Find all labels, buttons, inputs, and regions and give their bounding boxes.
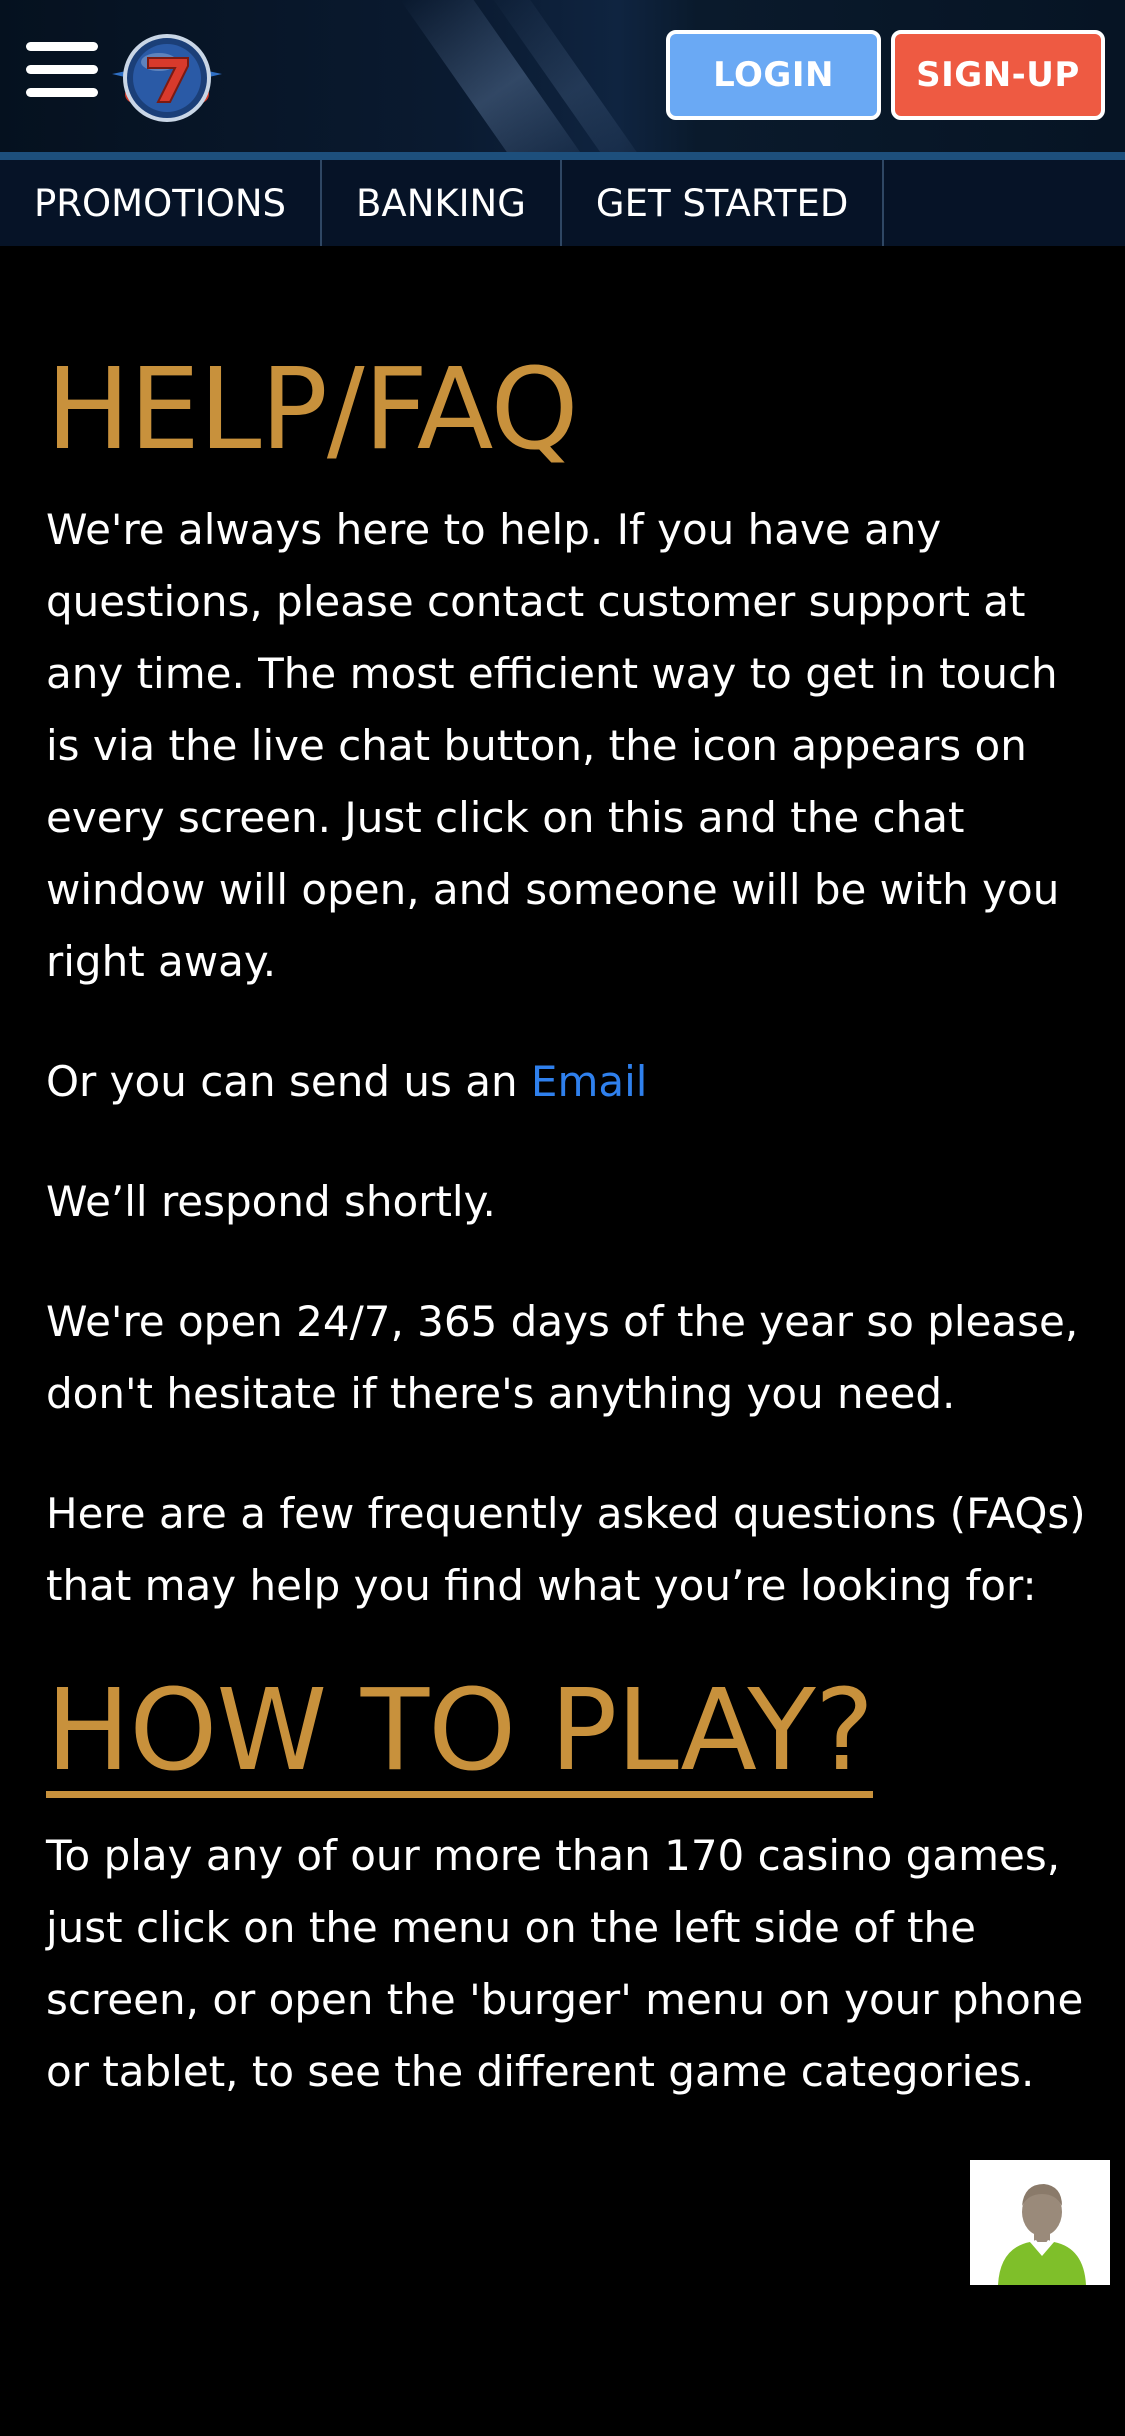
signup-button[interactable]: SIGN-UP [891, 30, 1105, 120]
nav-item-banking[interactable]: BANKING [322, 160, 562, 246]
how-to-play-paragraph: To play any of our more than 170 casino … [46, 1830, 1084, 2096]
nav-item-promotions[interactable]: PROMOTIONS [0, 160, 322, 246]
login-button[interactable]: LOGIN [666, 30, 881, 120]
email-paragraph: Or you can send us an Email [46, 1046, 1086, 1118]
open-hours-paragraph: We're open 24/7, 365 days of the year so… [46, 1297, 1079, 1418]
intro-paragraph: We're always here to help. If you have a… [46, 505, 1060, 986]
top-nav: PROMOTIONS BANKING GET STARTED [0, 152, 1125, 246]
email-prefix-text: Or you can send us an [46, 1057, 531, 1106]
respond-paragraph: We’ll respond shortly. [46, 1177, 496, 1226]
hamburger-menu-icon[interactable] [26, 38, 98, 100]
live-chat-button[interactable] [970, 2160, 1110, 2285]
email-link[interactable]: Email [531, 1057, 648, 1106]
faq-intro-paragraph: Here are a few frequently asked question… [46, 1489, 1086, 1610]
top-header: LOGIN SIGN-UP [0, 0, 1125, 152]
lucky-seven-logo-icon[interactable] [104, 28, 230, 128]
section-title-how-to-play[interactable]: HOW TO PLAY? [46, 1672, 874, 1798]
live-chat-agent-icon [998, 2184, 1086, 2285]
page-title: HELP/FAQ [46, 345, 579, 475]
main-content: HELP/FAQ We're always here to help. If y… [46, 246, 1086, 2108]
nav-item-get-started[interactable]: GET STARTED [562, 160, 885, 246]
